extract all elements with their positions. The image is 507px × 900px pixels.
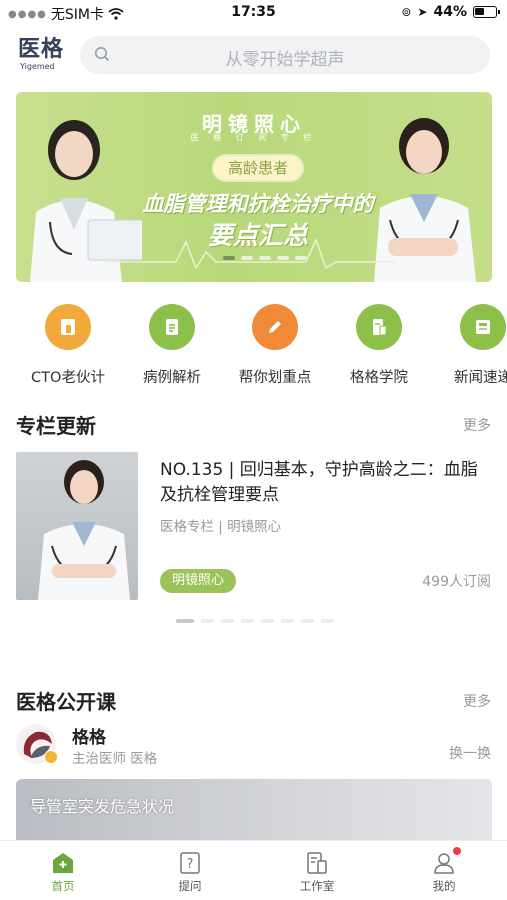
workspace-icon: [305, 851, 329, 875]
quick-nav-label: 病例解析: [143, 370, 201, 386]
banner-dot[interactable]: [295, 256, 307, 260]
column-more-link[interactable]: 更多: [463, 415, 491, 435]
column-section-title: 专栏更新: [16, 414, 96, 438]
pager-dot[interactable]: [301, 619, 314, 623]
banner-dot[interactable]: [277, 256, 289, 260]
pager-dot[interactable]: [241, 619, 254, 623]
battery-percent: 44%: [433, 4, 467, 20]
tab-bar: 首页 ? 提问 工作室 我的: [0, 840, 507, 900]
tab-label: 工作室: [299, 879, 335, 893]
location-icon: ➤: [417, 5, 428, 19]
logo-subtext: Yigemed: [20, 62, 55, 71]
column-subscribers: 499人订阅: [422, 574, 491, 590]
banner-brand-sub: 医 格 订 阅 专 栏: [190, 133, 318, 142]
document-icon: [356, 304, 402, 350]
column-item-tag[interactable]: 明镜照心: [160, 569, 237, 593]
column-pagination: [176, 619, 334, 623]
pager-dot[interactable]: [281, 619, 294, 623]
status-right: ⊚ ➤ 44%: [401, 4, 500, 20]
open-course-title: 医格公开课: [16, 690, 116, 714]
tab-label: 首页: [51, 879, 75, 893]
pager-dot[interactable]: [261, 619, 274, 623]
banner-dot[interactable]: [241, 256, 253, 260]
quick-nav-label: 新闻速递: [454, 370, 507, 386]
question-icon: ?: [178, 851, 202, 875]
teacher-meta: 主治医师 医格: [72, 751, 158, 767]
app-header: 医格 Yigemed 从零开始学超声: [0, 34, 507, 78]
banner-dot[interactable]: [223, 256, 235, 260]
search-placeholder: 从零开始学超声: [225, 50, 345, 70]
search-input[interactable]: 从零开始学超声: [80, 36, 490, 74]
column-cover-image[interactable]: [16, 452, 138, 600]
news-icon: [460, 304, 506, 350]
profile-icon: [432, 847, 461, 875]
banner-headline-2: 要点汇总: [207, 221, 308, 250]
verified-badge-icon: [44, 750, 58, 764]
logo-text: 医格: [18, 37, 65, 62]
app-logo[interactable]: 医格 Yigemed: [18, 38, 74, 72]
column-doctor-image: [38, 460, 130, 600]
quick-nav-item-cto[interactable]: CTO老伙计: [16, 304, 120, 387]
quick-nav-label: 帮你划重点: [238, 370, 312, 386]
quick-nav-item-academy[interactable]: 格格学院: [327, 304, 431, 387]
quick-nav-label: 格格学院: [350, 370, 408, 386]
course-title: 导管室突发危急状况: [30, 797, 175, 816]
tab-label: 我的: [432, 879, 456, 893]
pager-dot[interactable]: [176, 619, 194, 623]
battery-icon: [473, 6, 500, 18]
column-item-meta: 医格专栏 | 明镜照心: [160, 519, 282, 535]
quick-nav: CTO老伙计 病例解析 帮你划重点 格格学院 新闻速递: [0, 304, 507, 394]
column-item-title[interactable]: NO.135 | 回归基本，守护高龄之二：血脂及抗栓管理要点: [160, 458, 490, 508]
tab-profile[interactable]: 我的: [381, 841, 507, 900]
quick-nav-item-case[interactable]: 病例解析: [120, 304, 224, 387]
quick-nav-item-news[interactable]: 新闻速递: [431, 304, 507, 387]
teacher-name[interactable]: 格格: [72, 723, 106, 748]
tab-label: 提问: [178, 879, 202, 893]
cto-folder-icon: [45, 304, 91, 350]
tab-ask[interactable]: ? 提问: [127, 841, 253, 900]
course-card[interactable]: 导管室突发危急状况: [16, 779, 492, 849]
banner-headline-1: 血脂管理和抗栓治疗中的: [142, 192, 374, 216]
home-icon: [51, 851, 75, 875]
quick-nav-label: CTO老伙计: [31, 370, 105, 386]
open-course-more-link[interactable]: 更多: [463, 691, 491, 711]
status-bar: ●●●● 无SIM卡 17:35 ⊚ ➤ 44%: [0, 0, 507, 26]
notification-badge: [453, 847, 461, 855]
banner-pagination: [223, 256, 307, 260]
tab-home[interactable]: 首页: [0, 841, 126, 900]
pager-dot[interactable]: [221, 619, 234, 623]
refresh-button[interactable]: 换一换: [449, 743, 491, 763]
orientation-lock-icon: ⊚: [401, 5, 412, 19]
pager-dot[interactable]: [321, 619, 334, 623]
promo-banner[interactable]: 明镜照心 医 格 订 阅 专 栏 高龄患者 血脂管理和抗栓治疗中的 要点汇总: [16, 92, 492, 282]
pencil-icon: [252, 304, 298, 350]
tab-workspace[interactable]: 工作室: [254, 841, 380, 900]
pager-dot[interactable]: [201, 619, 214, 623]
clipboard-icon: [149, 304, 195, 350]
banner-dot[interactable]: [259, 256, 271, 260]
quick-nav-item-highlights[interactable]: 帮你划重点: [223, 304, 327, 387]
svg-text:?: ?: [187, 857, 194, 872]
banner-pill: 高龄患者: [212, 154, 305, 182]
